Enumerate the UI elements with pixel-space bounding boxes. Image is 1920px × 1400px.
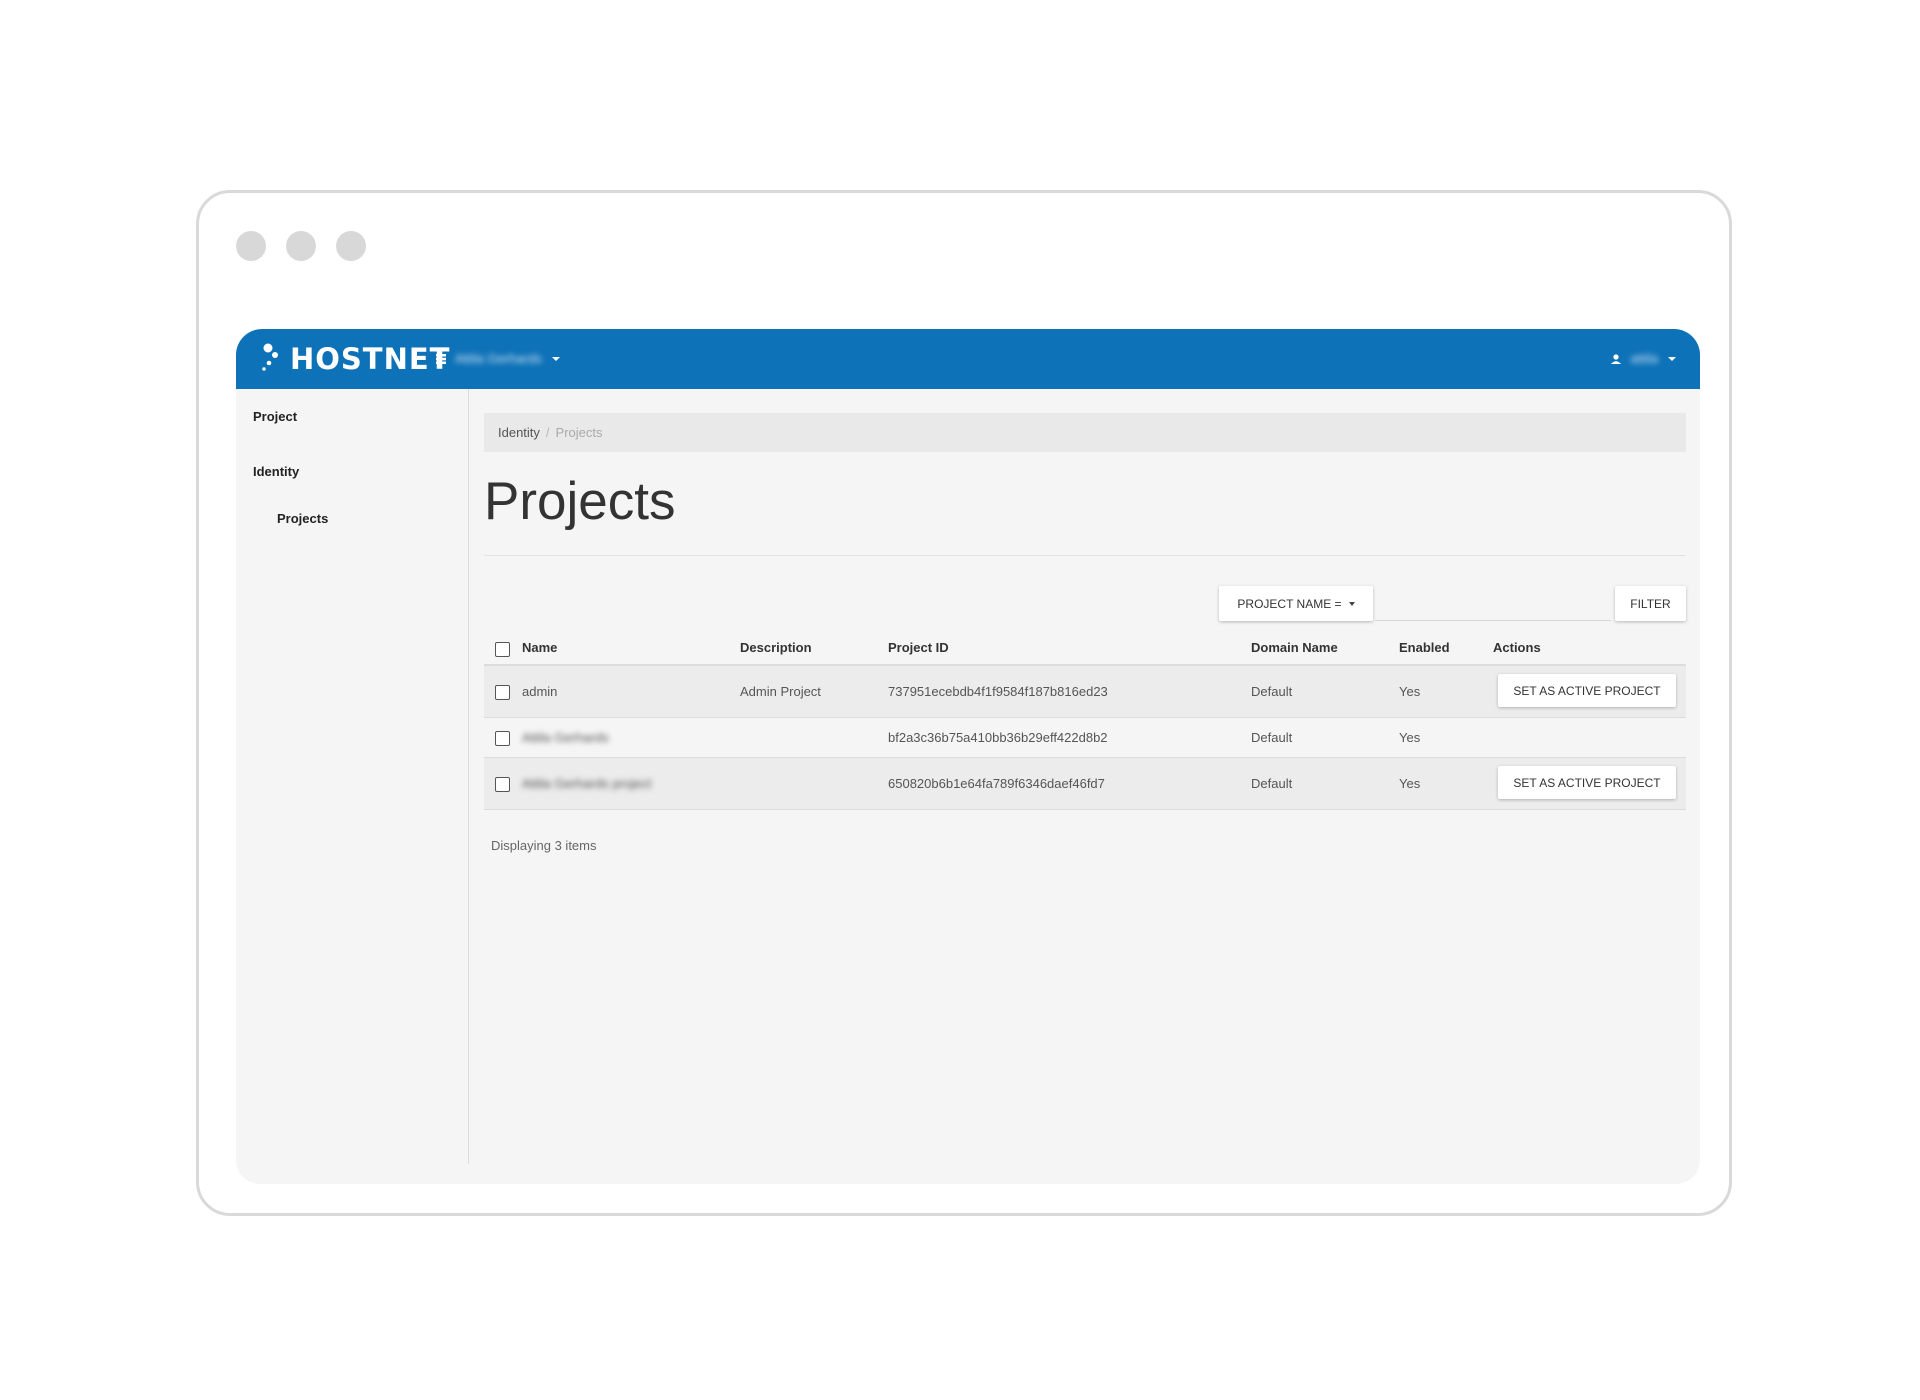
enabled-status: Yes <box>1399 776 1421 791</box>
filter-button[interactable]: FILTER <box>1615 586 1686 621</box>
column-header-description[interactable]: Description <box>740 640 812 655</box>
sidebar-item-projects[interactable]: Projects <box>277 511 328 526</box>
table-row: Attila Gerhards project 650820b6b1e64fa7… <box>484 758 1686 810</box>
sidebar-item-project[interactable]: Project <box>253 409 297 424</box>
app-window: HOSTNET Attila Gerhards attila Project I… <box>236 329 1700 1184</box>
logo[interactable]: HOSTNET <box>260 339 450 379</box>
sidebar: Project Identity Projects <box>236 389 469 1164</box>
logo-text: HOSTNET <box>290 342 451 376</box>
breadcrumb-identity[interactable]: Identity <box>498 425 540 440</box>
user-icon <box>1610 353 1621 364</box>
window-dot-2[interactable] <box>286 231 316 261</box>
project-name[interactable]: admin <box>522 684 557 699</box>
row-checkbox[interactable] <box>495 777 510 792</box>
window-dot-3[interactable] <box>336 231 366 261</box>
column-header-domain-name[interactable]: Domain Name <box>1251 640 1338 655</box>
sidebar-item-identity[interactable]: Identity <box>253 464 299 479</box>
user-menu-label: attila <box>1630 351 1658 366</box>
project-id: 650820b6b1e64fa789f6346daef46fd7 <box>888 776 1105 791</box>
project-id: 737951ecebdb4f1f9584f187b816ed23 <box>888 684 1108 699</box>
set-active-project-button[interactable]: SET AS ACTIVE PROJECT <box>1498 766 1676 799</box>
project-id: bf2a3c36b75a410bb36b29eff422d8b2 <box>888 730 1108 745</box>
top-navbar: HOSTNET Attila Gerhards attila <box>236 329 1700 389</box>
filter-input[interactable] <box>1375 586 1611 621</box>
set-active-project-button[interactable]: SET AS ACTIVE PROJECT <box>1498 674 1676 707</box>
filter-field-label: PROJECT NAME = <box>1237 596 1342 611</box>
domain-name: Default <box>1251 776 1293 791</box>
chevron-down-icon <box>1348 601 1355 606</box>
user-menu[interactable]: attila <box>1610 351 1676 366</box>
items-count: Displaying 3 items <box>491 838 597 853</box>
enabled-status: Yes <box>1399 684 1421 699</box>
column-header-actions: Actions <box>1493 640 1541 655</box>
chevron-down-icon <box>1668 356 1676 361</box>
breadcrumb-projects: Projects <box>555 425 603 440</box>
project-description: Admin Project <box>740 684 821 699</box>
project-switcher[interactable]: Attila Gerhards <box>436 351 560 366</box>
table-row: admin Admin Project 737951ecebdb4f1f9584… <box>484 666 1686 718</box>
enabled-status: Yes <box>1399 730 1421 745</box>
domain-name: Default <box>1251 684 1293 699</box>
chevron-down-icon <box>551 356 560 361</box>
breadcrumb: Identity / Projects <box>484 413 1686 452</box>
window-dot-1[interactable] <box>236 231 266 261</box>
project-name[interactable]: Attila Gerhards <box>522 730 609 745</box>
column-header-name[interactable]: Name <box>522 640 557 655</box>
logo-dots-icon <box>262 343 278 371</box>
column-header-enabled[interactable]: Enabled <box>1399 640 1450 655</box>
page-title: Projects <box>484 472 676 531</box>
table-row: Attila Gerhards bf2a3c36b75a410bb36b29ef… <box>484 718 1686 758</box>
select-all-checkbox[interactable] <box>495 642 510 657</box>
breadcrumb-separator: / <box>545 425 550 440</box>
title-divider <box>484 555 1686 556</box>
column-header-project-id[interactable]: Project ID <box>888 640 949 655</box>
project-switcher-label: Attila Gerhards <box>455 351 542 366</box>
row-checkbox[interactable] <box>495 731 510 746</box>
project-name[interactable]: Attila Gerhards project <box>522 776 651 791</box>
row-checkbox[interactable] <box>495 685 510 700</box>
grid-icon <box>436 353 446 364</box>
domain-name: Default <box>1251 730 1293 745</box>
filter-field-dropdown[interactable]: PROJECT NAME = <box>1219 586 1373 621</box>
